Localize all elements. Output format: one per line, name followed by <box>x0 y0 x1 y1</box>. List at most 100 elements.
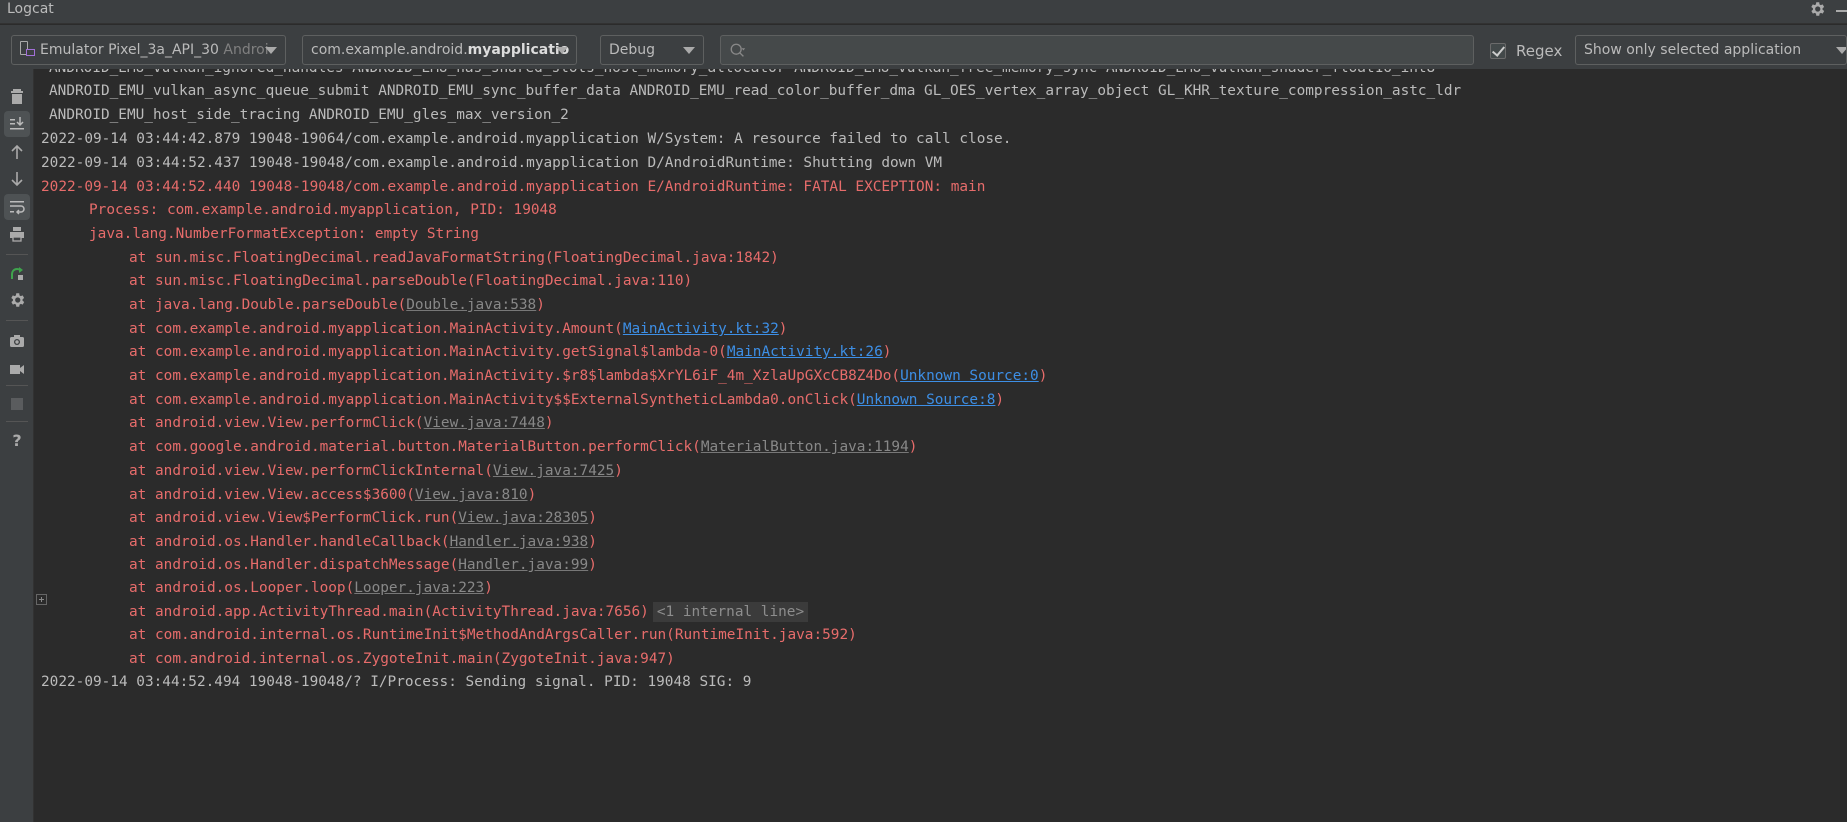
log-line-error: at sun.misc.FloatingDecimal.readJavaForm… <box>129 246 779 270</box>
log-line-error: java.lang.NumberFormatException: empty S… <box>89 222 479 246</box>
filter-value: Show only selected application <box>1584 42 1802 58</box>
log-line-text: at android.os.Looper.loop( <box>129 580 355 596</box>
log-line-error: at com.google.android.material.button.Ma… <box>129 435 917 459</box>
tool-window-title: Logcat <box>7 1 54 17</box>
screen-capture-button[interactable] <box>4 328 30 354</box>
log-line-text: at sun.misc.FloatingDecimal.readJavaForm… <box>129 250 779 266</box>
screen-record-button[interactable] <box>4 356 30 382</box>
restart-button[interactable] <box>4 260 30 286</box>
device-selector[interactable]: Emulator Pixel_3a_API_30 Androi <box>11 35 286 65</box>
logcat-header-button[interactable] <box>4 287 30 313</box>
log-line-error: at android.os.Handler.handleCallback(Han… <box>129 530 597 554</box>
log-line-error: Process: com.example.android.myapplicati… <box>89 198 557 222</box>
log-line-text: at android.os.Handler.handleCallback( <box>129 534 450 550</box>
logcat-side-toolbar: ? <box>0 69 34 822</box>
up-stack-trace-button[interactable] <box>4 139 30 165</box>
log-line-suffix: ) <box>908 439 918 455</box>
printer-icon <box>10 227 24 242</box>
log-line: 2022-09-14 03:44:52.494 19048-19048/? I/… <box>41 670 751 694</box>
source-link[interactable]: MainActivity.kt:32 <box>623 321 779 337</box>
clear-logcat-button[interactable] <box>4 83 30 109</box>
source-link[interactable]: View.java:810 <box>415 487 528 503</box>
camera-icon <box>10 335 24 347</box>
source-link[interactable]: View.java:28305 <box>458 510 588 526</box>
log-line: 2022-09-14 03:44:42.879 19048-19064/com.… <box>41 127 1011 151</box>
log-line-error: at com.example.android.myapplication.Mai… <box>129 317 787 341</box>
filter-selector[interactable]: Show only selected application <box>1575 35 1847 65</box>
log-line-error: at com.android.internal.os.ZygoteInit.ma… <box>129 647 675 671</box>
log-line-text: at sun.misc.FloatingDecimal.parseDouble(… <box>129 273 693 289</box>
source-link[interactable]: MaterialButton.java:1194 <box>701 439 909 455</box>
source-link[interactable]: MainActivity.kt:26 <box>727 344 883 360</box>
source-link[interactable]: Looper.java:223 <box>354 580 484 596</box>
scroll-to-end-button[interactable] <box>4 111 30 137</box>
log-line: ANDROID_EMU_host_side_tracing ANDROID_EM… <box>49 103 569 127</box>
log-line-text: at com.example.android.myapplication.Mai… <box>129 368 901 384</box>
help-icon: ? <box>12 431 21 449</box>
gear-icon[interactable] <box>1808 0 1826 18</box>
log-line-suffix: ) <box>527 487 537 503</box>
log-line-suffix: ) <box>588 557 597 573</box>
folded-lines-badge[interactable]: <1 internal line> <box>652 602 809 622</box>
minimize-icon[interactable] <box>1836 10 1847 12</box>
source-link[interactable]: Unknown Source:8 <box>857 392 996 408</box>
logcat-output[interactable]: ANDROID_EMU_vulkan_ignored_handles ANDRO… <box>34 69 1847 822</box>
expand-fold-icon[interactable] <box>36 594 47 605</box>
log-line-suffix: ) <box>1038 368 1048 384</box>
svg-text:?: ? <box>12 431 21 449</box>
log-line-suffix: ) <box>544 415 554 431</box>
regex-checkbox[interactable] <box>1490 43 1506 59</box>
log-line-error: at com.example.android.myapplication.Mai… <box>129 388 1004 412</box>
log-line-error: at android.os.Handler.dispatchMessage(Ha… <box>129 553 597 577</box>
log-line-text: 2022-09-14 03:44:42.879 19048-19064/com.… <box>41 131 1012 147</box>
log-line-text: at com.example.android.myapplication.Mai… <box>129 344 727 360</box>
log-line-suffix: ) <box>778 321 788 337</box>
source-link[interactable]: Handler.java:938 <box>450 534 589 550</box>
chevron-down-icon <box>556 47 568 54</box>
log-line-error: at sun.misc.FloatingDecimal.parseDouble(… <box>129 269 692 293</box>
log-line-text: at android.view.View.performClickInterna… <box>129 463 493 479</box>
log-line-text: at java.lang.Double.parseDouble( <box>129 297 407 313</box>
process-prefix: com.example.android. <box>311 42 468 58</box>
log-line-error: at android.view.View.performClickInterna… <box>129 459 623 483</box>
source-link[interactable]: Unknown Source:0 <box>900 368 1039 384</box>
log-line-suffix: ) <box>995 392 1005 408</box>
log-line-text: ANDROID_EMU_host_side_tracing ANDROID_EM… <box>49 107 569 123</box>
log-line-text: ANDROID_EMU_vulkan_ignored_handles ANDRO… <box>49 69 1435 76</box>
log-line-error: at android.os.Looper.loop(Looper.java:22… <box>129 576 493 600</box>
video-camera-icon <box>10 365 24 374</box>
source-link[interactable]: Double.java:538 <box>406 297 536 313</box>
chevron-down-icon <box>683 47 695 54</box>
log-line-text: 2022-09-14 03:44:52.494 19048-19048/? I/… <box>41 674 752 690</box>
search-input[interactable] <box>753 38 1468 62</box>
log-line-text: 2022-09-14 03:44:52.437 19048-19048/com.… <box>41 155 943 171</box>
source-link[interactable]: View.java:7448 <box>424 415 545 431</box>
source-link[interactable]: Handler.java:99 <box>458 557 588 573</box>
log-line: ANDROID_EMU_vulkan_async_queue_submit AN… <box>49 79 1461 103</box>
log-line-suffix: ) <box>536 297 545 313</box>
log-line-text: at com.google.android.material.button.Ma… <box>129 439 701 455</box>
stop-icon <box>11 398 23 410</box>
log-line-error: at com.android.internal.os.RuntimeInit$M… <box>129 623 857 647</box>
soft-wrap-button[interactable] <box>4 194 30 220</box>
device-suffix: Androi <box>223 42 269 58</box>
down-stack-trace-button[interactable] <box>4 166 30 192</box>
device-name: Emulator Pixel_3a_API_30 <box>40 42 219 58</box>
log-level-selector[interactable]: Debug <box>600 35 704 65</box>
regex-toggle[interactable]: Regex <box>1490 41 1562 61</box>
arrow-down-icon <box>11 172 23 187</box>
process-selector[interactable]: com.example.android.myapplicatio <box>302 35 577 65</box>
log-line-text: at com.android.internal.os.RuntimeInit$M… <box>129 627 857 643</box>
help-button[interactable]: ? <box>4 427 30 453</box>
search-icon[interactable] <box>729 42 747 60</box>
emulator-device-icon <box>20 40 36 57</box>
print-button[interactable] <box>4 221 30 247</box>
log-line-error: at android.app.ActivityThread.main(Activ… <box>129 600 809 624</box>
log-line-text: Process: com.example.android.myapplicati… <box>89 202 557 218</box>
log-line-text: ANDROID_EMU_vulkan_async_queue_submit AN… <box>49 83 1462 99</box>
chevron-down-icon <box>265 47 277 54</box>
source-link[interactable]: View.java:7425 <box>493 463 614 479</box>
search-field[interactable] <box>720 35 1474 65</box>
terminate-button[interactable] <box>4 391 30 417</box>
gear-icon <box>11 293 25 307</box>
